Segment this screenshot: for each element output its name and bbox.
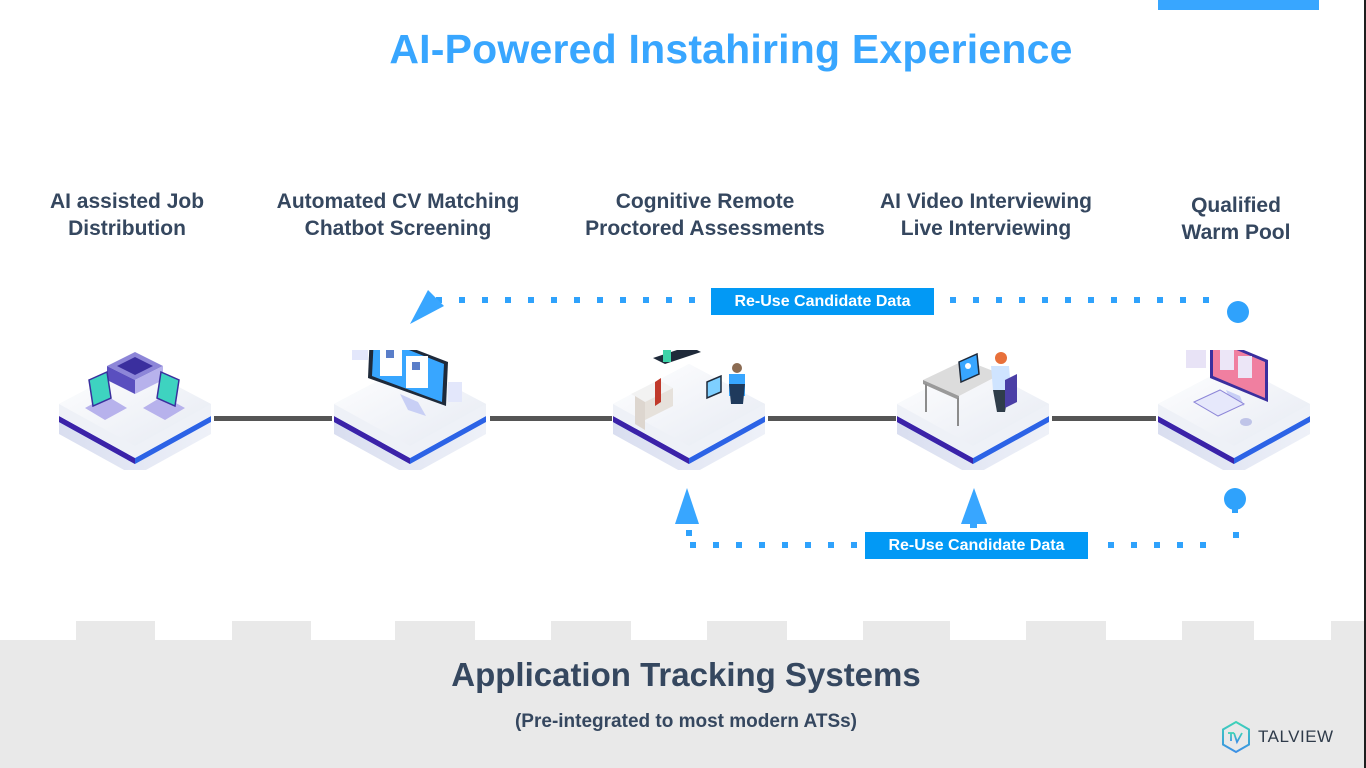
step-label-line: Qualified	[1191, 194, 1281, 217]
platform-warm-pool	[1154, 350, 1314, 470]
connector-line	[768, 416, 896, 421]
platform-video-interviewing	[893, 350, 1053, 470]
logo-text: TALVIEW	[1258, 727, 1334, 746]
arrow-up-icon	[961, 488, 987, 528]
talview-hexagon-icon	[1222, 720, 1250, 754]
connector-line	[490, 416, 612, 421]
ats-battlement	[863, 621, 950, 641]
step-label-line: AI Video Interviewing	[880, 190, 1092, 213]
talent-pool-monitor-icon	[1158, 350, 1310, 470]
ats-battlement	[395, 621, 475, 641]
step-label-line: Live Interviewing	[900, 217, 1072, 240]
connector-line	[1052, 416, 1156, 421]
step-label-line: Proctored Assessments	[585, 217, 825, 240]
step-label-warm-pool: Qualified Warm Pool	[1182, 192, 1291, 246]
ats-title: Application Tracking Systems	[451, 656, 921, 693]
loop-dotted-line	[950, 297, 1226, 303]
loop-dotted-line	[686, 530, 692, 540]
step-label-line: Cognitive Remote	[615, 190, 795, 213]
platform-cv-matching	[330, 350, 490, 470]
platform-job-distribution	[55, 350, 215, 470]
ats-battlement	[232, 621, 311, 641]
connector-line	[214, 416, 332, 421]
ats-battlement	[551, 621, 631, 641]
talview-logo: TALVIEW	[1220, 720, 1334, 754]
step-label-assessments: Cognitive Remote Proctored Assessments	[585, 188, 825, 242]
ats-battlement	[707, 621, 787, 641]
loop-dotted-line	[1233, 532, 1239, 540]
arrow-up-icon	[675, 488, 699, 524]
loop-endpoint-dot-icon	[1224, 488, 1246, 513]
cv-monitor-icon	[334, 350, 486, 470]
ats-battlement	[76, 621, 155, 641]
ats-battlement	[1331, 621, 1364, 641]
step-label-line: Distribution	[68, 217, 186, 240]
step-label-line: Warm Pool	[1181, 221, 1291, 244]
arrow-head-icon	[410, 290, 444, 324]
assessment-people-icon	[613, 350, 765, 470]
step-label-job-distribution: AI assisted Job Distribution	[50, 188, 204, 242]
step-label-line: Chatbot Screening	[304, 217, 492, 240]
top-accent-tab	[1158, 0, 1319, 10]
loop-endpoint-dot-icon	[1227, 301, 1249, 323]
ats-battlement	[1182, 621, 1254, 641]
page-title: AI-Powered Instahiring Experience	[389, 26, 1073, 72]
step-label-video-interviewing: AI Video Interviewing Live Interviewing	[880, 188, 1092, 242]
video-interview-desk-icon	[897, 352, 1049, 470]
platform-assessments	[609, 350, 769, 470]
loop-dotted-line	[436, 297, 712, 303]
servers-laptops-icon	[59, 352, 211, 470]
reuse-candidate-data-badge: Re-Use Candidate Data	[711, 288, 934, 315]
step-label-line: AI assisted Job	[49, 190, 205, 213]
reuse-candidate-data-badge: Re-Use Candidate Data	[865, 532, 1088, 559]
step-label-cv-matching: Automated CV Matching Chatbot Screening	[277, 188, 520, 242]
loop-dotted-line	[690, 542, 866, 548]
loop-dotted-line	[1108, 542, 1218, 548]
ats-subtitle: (Pre-integrated to most modern ATSs)	[514, 711, 858, 732]
step-label-line: Automated CV Matching	[276, 190, 520, 213]
ats-battlement	[1026, 621, 1106, 641]
